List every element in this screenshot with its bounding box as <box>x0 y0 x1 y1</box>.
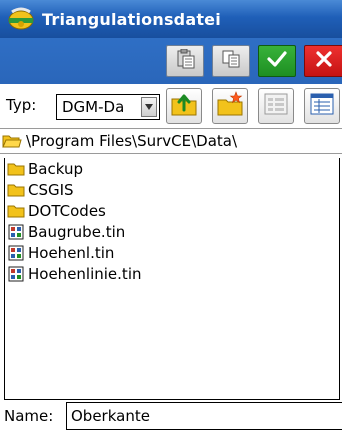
tin-file-icon <box>7 245 25 261</box>
list-view-button[interactable] <box>258 88 294 124</box>
file-name: Backup <box>28 159 83 178</box>
list-item[interactable]: Hoehenlinie.tin <box>5 263 339 284</box>
type-row: Typ: DGM-Da <box>0 84 342 128</box>
file-name: Hoehenlinie.tin <box>28 264 142 283</box>
file-name: Hoehenl.tin <box>28 243 115 262</box>
folder-icon <box>7 203 25 219</box>
name-input[interactable]: Oberkante <box>66 402 342 430</box>
file-name: DOTCodes <box>28 201 106 220</box>
type-selected-value: DGM-Da <box>62 98 125 116</box>
type-dropdown[interactable]: DGM-Da <box>56 94 160 120</box>
type-label: Typ: <box>6 96 37 114</box>
folder-icon <box>7 182 25 198</box>
checkmark-icon <box>266 49 288 73</box>
copy-icon <box>220 49 242 73</box>
top-toolbar <box>0 38 342 84</box>
new-folder-button[interactable] <box>212 88 248 124</box>
folder-icon <box>7 161 25 177</box>
name-row: Name: Oberkante <box>0 400 342 430</box>
close-icon <box>314 49 334 73</box>
chevron-down-icon[interactable] <box>141 97 157 117</box>
cancel-button[interactable] <box>304 45 342 77</box>
title-bar: Triangulationsdatei <box>0 0 342 38</box>
file-name: Baugrube.tin <box>28 222 126 241</box>
open-folder-icon <box>2 133 22 149</box>
file-name: CSGIS <box>28 180 74 199</box>
name-label: Name: <box>4 407 54 425</box>
current-path-bar: \Program Files\SurvCE\Data\ <box>0 128 342 154</box>
tin-file-icon <box>7 266 25 282</box>
window-title: Triangulationsdatei <box>42 9 221 29</box>
details-view-button[interactable] <box>304 88 340 124</box>
list-item[interactable]: Hoehenl.tin <box>5 242 339 263</box>
file-list[interactable]: Backup CSGIS DOTCodes Baugrube.tin Hoehe… <box>4 158 340 400</box>
list-view-icon <box>264 93 288 119</box>
survey-helmet-icon <box>6 4 36 34</box>
ok-button[interactable] <box>258 45 296 77</box>
paste-button[interactable] <box>166 45 204 77</box>
list-item[interactable]: Baugrube.tin <box>5 221 339 242</box>
list-item[interactable]: DOTCodes <box>5 200 339 221</box>
list-item[interactable]: CSGIS <box>5 179 339 200</box>
list-item[interactable]: Backup <box>5 158 339 179</box>
paste-icon <box>174 48 196 73</box>
folder-up-button[interactable] <box>166 88 202 124</box>
copy-button[interactable] <box>212 45 250 77</box>
tin-file-icon <box>7 224 25 240</box>
folder-up-icon <box>170 90 198 122</box>
current-path: \Program Files\SurvCE\Data\ <box>26 132 238 150</box>
details-view-icon <box>310 93 334 119</box>
new-folder-icon <box>216 90 244 122</box>
